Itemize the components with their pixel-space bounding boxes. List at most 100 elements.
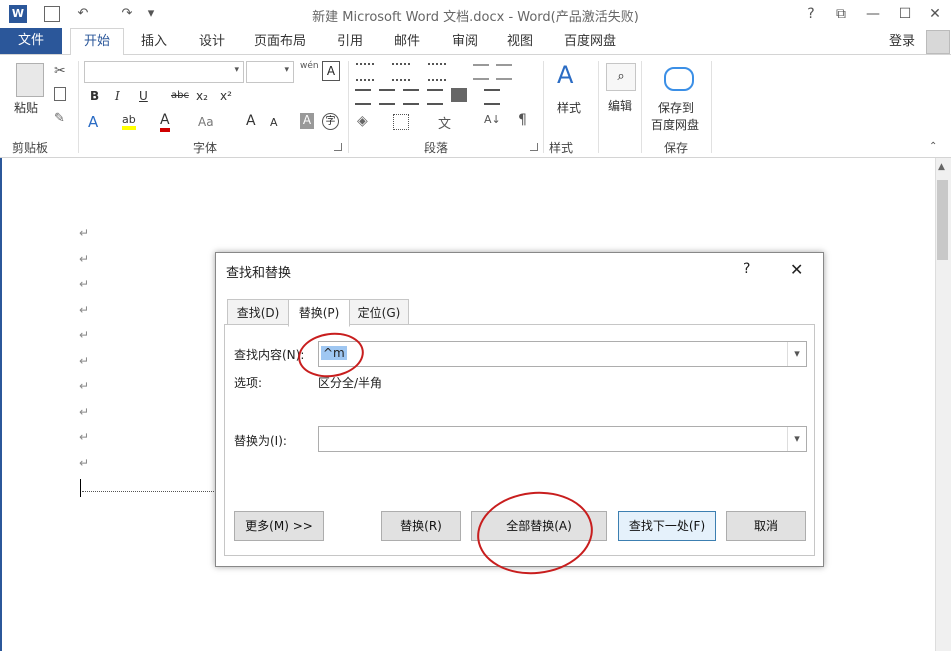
paragraph-mark: ↵ [79,251,90,266]
justify-icon[interactable] [427,89,443,105]
asian-layout-icon[interactable]: 文 [438,113,451,132]
tab-insert[interactable]: 插入 [128,32,180,52]
editing-button[interactable]: 编辑 [608,97,632,114]
font-size-select[interactable]: ▾ [246,61,294,83]
ribbon-display-button[interactable]: ⧉ [830,4,852,24]
divider [641,61,642,153]
char-shading-icon[interactable]: A [300,113,314,129]
italic-button[interactable]: I [115,89,120,103]
dialog-help-button[interactable]: ? [743,261,750,277]
help-button[interactable]: ? [800,4,822,24]
bullets-icon[interactable] [356,63,374,81]
paragraph-mark: ↵ [79,302,90,317]
binoculars-icon[interactable]: ⌕ [606,63,636,91]
font-name-select[interactable]: ▾ [84,61,244,83]
styles-button[interactable]: 样式 [557,99,581,116]
copy-icon[interactable] [54,87,66,101]
text-cursor [80,479,81,497]
distributed-icon[interactable] [451,88,467,102]
sort-icon[interactable]: A↓ [484,113,501,126]
font-color-icon[interactable]: A [160,112,170,132]
line-spacing-icon[interactable] [484,89,500,105]
align-right-icon[interactable] [403,89,419,105]
paste-icon[interactable] [16,63,44,97]
tab-replace[interactable]: 替换(P) [288,299,350,327]
highlight-color-icon[interactable]: ab [122,113,136,130]
more-button[interactable]: 更多(M) >> [234,511,324,541]
replace-dropdown-icon[interactable]: ▾ [787,427,806,451]
paragraph-mark: ↵ [79,379,90,393]
multilevel-list-icon[interactable] [428,63,446,81]
decrease-indent-icon[interactable] [473,64,489,80]
replace-button[interactable]: 替换(R) [381,511,461,541]
char-border-icon[interactable]: A [322,61,340,81]
align-left-icon[interactable] [355,89,371,105]
maximize-button[interactable]: ☐ [894,4,916,24]
cut-icon[interactable]: ✂ [54,63,66,79]
find-what-label: 查找内容(N): [234,348,305,362]
left-accent-bar [0,158,2,651]
tab-file[interactable]: 文件 [0,28,62,54]
tab-view[interactable]: 视图 [495,32,545,52]
strikethrough-button[interactable]: abc [171,90,189,101]
phonetic-guide-icon[interactable]: wén [300,61,319,79]
tab-review[interactable]: 审阅 [440,32,490,52]
increase-indent-icon[interactable] [496,64,512,80]
show-marks-icon[interactable]: ¶ [518,112,527,128]
baidu-cloud-icon[interactable] [664,67,694,91]
paragraph-mark: ↵ [79,226,90,240]
shrink-font-button[interactable]: A [270,116,278,129]
paragraph-mark: ↵ [79,404,90,419]
format-painter-icon[interactable]: ✎ [54,111,65,126]
shading-icon[interactable]: ◈ [357,113,368,129]
tab-home[interactable]: 开始 [70,28,124,56]
superscript-button[interactable]: x² [220,89,232,103]
align-center-icon[interactable] [379,89,395,105]
login-link[interactable]: 登录 [882,32,922,52]
tab-mailings[interactable]: 邮件 [382,32,432,52]
bold-button[interactable]: B [90,89,99,103]
find-next-button[interactable]: 查找下一处(F) [618,511,716,541]
avatar[interactable] [926,30,950,54]
find-dropdown-icon[interactable]: ▾ [787,342,806,366]
tab-references[interactable]: 引用 [325,32,375,52]
options-label: 选项: [234,376,263,390]
save-to-baidu-button-line2[interactable]: 百度网盘 [651,116,699,133]
subscript-button[interactable]: x₂ [196,89,208,103]
text-effects-icon[interactable]: A [88,113,98,131]
minimize-button[interactable]: — [862,4,884,24]
close-button[interactable]: ✕ [924,4,946,24]
paragraph-mark: ↵ [79,277,90,291]
paragraph-group-label: 段落 [424,141,449,155]
collapse-ribbon-icon[interactable]: ⌃ [929,141,937,152]
dialog-close-button[interactable]: ✕ [790,260,803,279]
divider [78,61,79,153]
tab-find[interactable]: 查找(D) [227,299,289,327]
scroll-up-icon[interactable]: ▲ [938,162,945,172]
tab-design[interactable]: 设计 [186,32,238,52]
tab-layout[interactable]: 页面布局 [245,32,315,52]
title-bar: W ↶ ↷ ▾ 新建 Microsoft Word 文档.docx - Word… [0,0,951,28]
paragraph-dialog-launcher-icon[interactable] [530,143,538,151]
font-dialog-launcher-icon[interactable] [334,143,342,151]
scrollbar-thumb[interactable] [937,180,948,260]
paragraph-mark: ↵ [79,455,90,470]
save-to-baidu-button-line1[interactable]: 保存到 [658,99,694,116]
replace-with-label: 替换为(I): [234,434,287,448]
borders-icon[interactable] [393,114,409,130]
enclose-char-icon[interactable]: 字 [322,113,339,130]
paste-button[interactable]: 粘贴 [14,99,38,116]
tab-baidu[interactable]: 百度网盘 [555,32,625,52]
find-what-input[interactable]: ^m ▾ [318,341,807,367]
cancel-button[interactable]: 取消 [726,511,806,541]
styles-icon[interactable]: A [557,61,573,89]
styles-group-label: 样式 [549,141,574,155]
tab-goto[interactable]: 定位(G) [349,299,409,327]
underline-button[interactable]: U [139,89,148,103]
replace-with-input[interactable]: ▾ [318,426,807,452]
grow-font-button[interactable]: A [246,113,256,129]
save-group-label: 保存 [664,141,689,155]
dialog-title: 查找和替换 [226,266,292,281]
change-case-button[interactable]: Aa [198,115,214,129]
numbering-icon[interactable] [392,63,410,81]
